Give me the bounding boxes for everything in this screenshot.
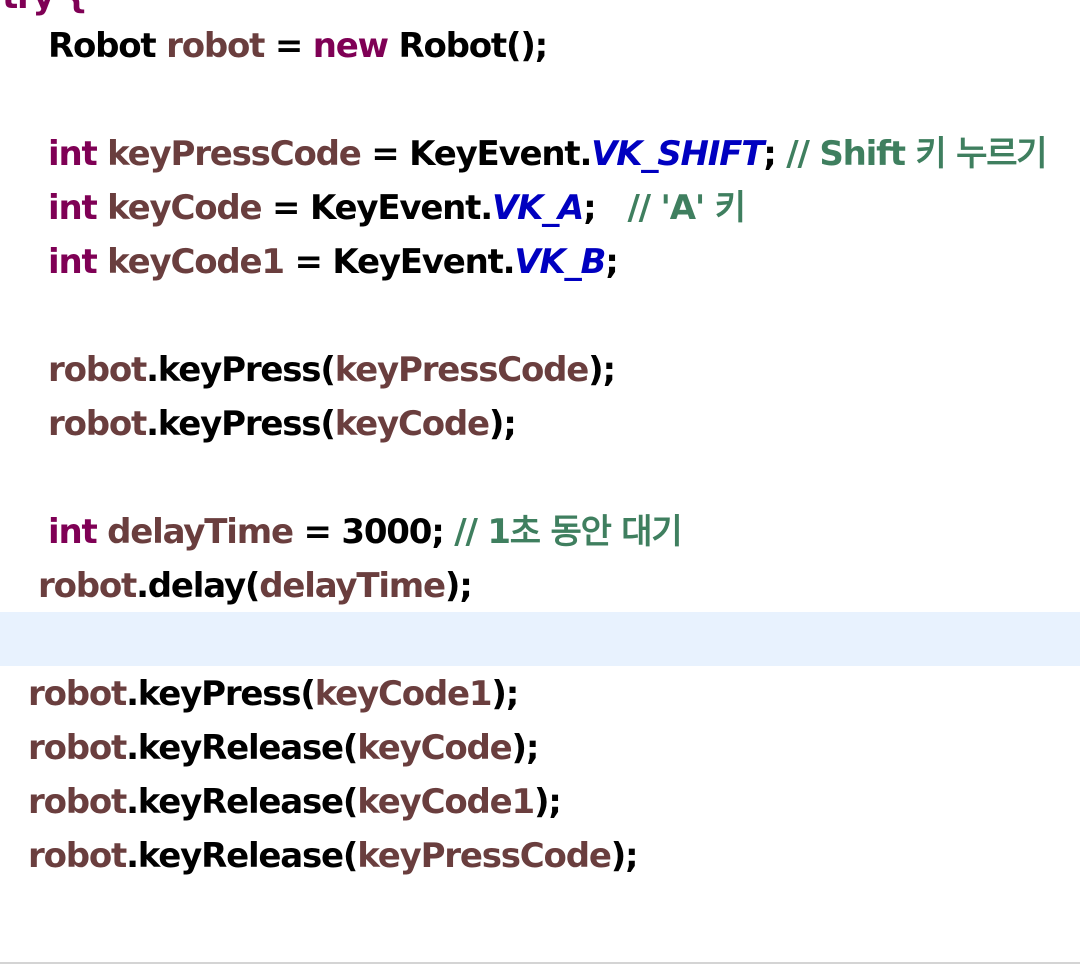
code-editor[interactable]: try { Robot robot = new Robot(); int key…	[0, 0, 1080, 964]
object-name: robot	[48, 404, 147, 444]
code-line-12: robot.keyRelease(keyPressCode);	[0, 829, 1080, 883]
method-call: .keyRelease(	[126, 728, 358, 768]
code-line-4: int keyCode1 = KeyEvent.VK_B;	[0, 235, 1080, 289]
code-line-6: robot.keyPress(keyCode);	[0, 397, 1080, 451]
current-line-highlight[interactable]	[0, 612, 1080, 666]
method-call: .delay(	[136, 566, 260, 606]
assignment: = 3000;	[292, 512, 455, 552]
constant-name: VK_SHIFT	[591, 134, 764, 174]
variable-name: keyPressCode	[107, 134, 362, 174]
method-call: .keyPress(	[146, 350, 336, 390]
constant-name: VK_A	[491, 188, 584, 228]
statement-end: );	[444, 566, 473, 606]
object-name: robot	[28, 674, 127, 714]
argument: keyCode	[357, 728, 512, 768]
method-call: .keyRelease(	[126, 836, 358, 876]
comment: // 'A' 키	[627, 188, 746, 228]
variable-name: robot	[166, 26, 265, 66]
type-name: Robot	[48, 26, 157, 66]
code-line-2: int keyPressCode = KeyEvent.VK_SHIFT; //…	[0, 127, 1080, 181]
operator: =	[264, 26, 313, 66]
int-keyword: int	[48, 188, 98, 228]
assignment: = KeyEvent.	[283, 242, 515, 282]
argument: keyPressCode	[357, 836, 612, 876]
statement-end: );	[488, 404, 517, 444]
comment: // 1초 동안 대기	[454, 512, 682, 552]
constructor-call: Robot();	[387, 26, 548, 66]
variable-name: delayTime	[107, 512, 294, 552]
semicolon: ;	[763, 134, 787, 174]
code-line-8: robot.delay(delayTime);	[0, 559, 1080, 613]
method-call: .keyPress(	[146, 404, 336, 444]
object-name: robot	[38, 566, 137, 606]
comment: // Shift 키 누르기	[786, 134, 1047, 174]
code-line-9: robot.keyPress(keyCode1);	[0, 667, 1080, 721]
object-name: robot	[28, 728, 127, 768]
variable-name: keyCode	[107, 188, 262, 228]
code-line-1: Robot robot = new Robot();	[0, 19, 1080, 73]
code-line-5: robot.keyPress(keyPressCode);	[0, 343, 1080, 397]
argument: delayTime	[259, 566, 446, 606]
semicolon: ;	[583, 188, 628, 228]
object-name: robot	[48, 350, 147, 390]
object-name: robot	[28, 782, 127, 822]
code-line-7: int delayTime = 3000; // 1초 동안 대기	[0, 505, 1080, 559]
argument: keyCode	[334, 404, 490, 444]
statement-end: );	[511, 728, 539, 768]
method-call: .keyPress(	[126, 674, 316, 714]
variable-name: keyCode1	[107, 242, 285, 282]
code-line-3: int keyCode = KeyEvent.VK_A; // 'A' 키	[0, 181, 1080, 235]
code-line-11: robot.keyRelease(keyCode1);	[0, 775, 1080, 829]
statement-end: );	[610, 836, 639, 876]
constant-name: VK_B	[514, 242, 606, 282]
assignment: = KeyEvent.	[261, 188, 493, 228]
try-keyword: try {	[2, 0, 88, 17]
argument: keyCode1	[357, 782, 535, 822]
object-name: robot	[28, 836, 127, 876]
statement-end: );	[588, 350, 616, 390]
int-keyword: int	[48, 512, 98, 552]
method-call: .keyRelease(	[126, 782, 358, 822]
new-keyword: new	[312, 26, 389, 66]
code-line-10: robot.keyRelease(keyCode);	[0, 721, 1080, 775]
argument: keyCode1	[314, 674, 493, 714]
semicolon: ;	[605, 242, 619, 282]
argument: keyPressCode	[334, 350, 590, 390]
statement-end: );	[533, 782, 562, 822]
statement-end: );	[491, 674, 519, 714]
int-keyword: int	[48, 134, 98, 174]
assignment: = KeyEvent.	[360, 134, 592, 174]
int-keyword: int	[48, 242, 98, 282]
